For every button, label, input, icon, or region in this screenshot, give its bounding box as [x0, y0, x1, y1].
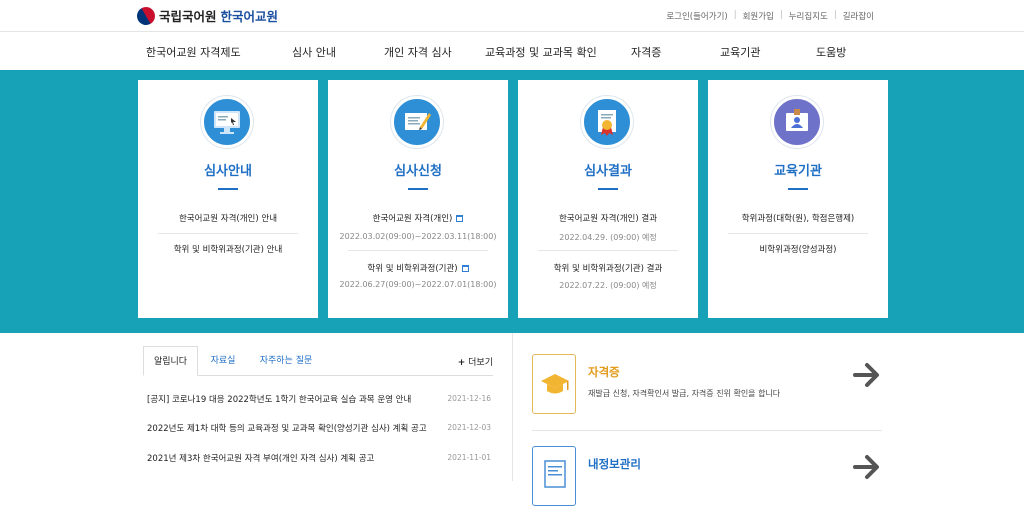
card-link-individual-guide[interactable]: 한국어교원 자격(개인) 안내 [138, 212, 318, 224]
graduation-cap-icon [532, 354, 576, 414]
card-link-non-degree-course[interactable]: 비학위과정(양성과정) [708, 243, 888, 255]
nav-item-help[interactable]: 도움방 [816, 44, 846, 60]
card-link-degree-course[interactable]: 학위과정(대학(원), 학점은행제) [708, 212, 888, 224]
top-bar: 국립국어원 한국어교원 로그인(들어가기) | 회원가입 | 누리집지도 | 길라잡이 [0, 0, 1024, 32]
plus-icon: + [457, 358, 466, 368]
notice-date: 2021-12-16 [447, 394, 491, 403]
more-label: 더보기 [468, 358, 493, 368]
guide-link[interactable]: 길라잡이 [843, 10, 874, 22]
notice-row[interactable]: 2021년 제3차 한국어교원 자격 부여(개인 자격 심사) 계획 공고 20… [147, 452, 493, 464]
notice-title: [공지] 코로나19 대응 2022학년도 1학기 한국어교육 실습 과목 운영… [147, 395, 412, 405]
card-link-institution-apply[interactable]: 학위 및 비학위과정(기관) [328, 262, 508, 274]
card-review-application[interactable]: 심사신청 한국어교원 자격(개인) 2022.03.02(09:00)~2022… [328, 80, 508, 318]
tab-resources[interactable]: 자료실 [203, 346, 243, 376]
service-title: 자격증 [588, 365, 620, 379]
document-icon [532, 446, 576, 506]
certificate-medal-icon [581, 96, 633, 148]
card-link-institution-guide[interactable]: 학위 및 비학위과정(기관) 안내 [138, 243, 318, 255]
notice-date: 2021-12-03 [447, 423, 491, 432]
nav-item-individual-review[interactable]: 개인 자격 심사 [384, 44, 452, 60]
notice-row[interactable]: 2022년도 제1차 대학 등의 교육과정 및 교과목 확인(양성기관 심사) … [147, 422, 493, 434]
card-link-individual-apply[interactable]: 한국어교원 자격(개인) [328, 212, 508, 224]
notice-tabs: 알립니다 자료실 자주하는 질문 + 더보기 [143, 346, 493, 376]
logo-site-text: 한국어교원 [220, 9, 279, 24]
government-emblem-icon [133, 3, 159, 28]
tab-notices[interactable]: 알립니다 [143, 346, 198, 376]
card-date-institution: 2022.06.27(09:00)~2022.07.01(18:00) [339, 280, 497, 289]
notice-date: 2021-11-01 [447, 453, 491, 462]
calendar-icon [456, 215, 464, 222]
card-title: 심사결과 [584, 164, 632, 179]
nav-item-curriculum-check[interactable]: 교육과정 및 교과목 확인 [485, 44, 597, 60]
service-certificate[interactable]: 자격증 재발급 신청, 자격확인서 발급, 자격증 진위 확인을 합니다 [532, 354, 882, 416]
service-title: 내정보관리 [588, 457, 641, 471]
card-date-individual: 2022.03.02(09:00)~2022.03.11(18:00) [339, 232, 497, 241]
login-link[interactable]: 로그인(들어가기) [666, 10, 727, 22]
card-title: 심사신청 [394, 164, 442, 179]
site-logo[interactable]: 국립국어원 한국어교원 [133, 3, 279, 28]
card-link-label: 한국어교원 자격(개인) [372, 214, 453, 224]
card-institution[interactable]: 교육기관 학위과정(대학(원), 학점은행제) 비학위과정(양성과정) [708, 80, 888, 318]
sitemap-link[interactable]: 누리집지도 [789, 10, 828, 22]
tab-faq[interactable]: 자주하는 질문 [251, 346, 321, 376]
card-title: 교육기관 [774, 164, 822, 179]
utility-menu: 로그인(들어가기) | 회원가입 | 누리집지도 | 길라잡이 [666, 10, 874, 22]
card-review-result[interactable]: 심사결과 한국어교원 자격(개인) 결과 2022.04.29. (09:00)… [518, 80, 698, 318]
nav-item-certificate[interactable]: 자격증 [631, 44, 661, 60]
main-navigation: 한국어교원 자격제도 심사 안내 개인 자격 심사 교육과정 및 교과목 확인 … [0, 32, 1024, 70]
nav-item-qualification-system[interactable]: 한국어교원 자격제도 [146, 44, 241, 60]
card-link-individual-result[interactable]: 한국어교원 자격(개인) 결과 [518, 212, 698, 224]
notice-title: 2021년 제3차 한국어교원 자격 부여(개인 자격 심사) 계획 공고 [147, 454, 375, 464]
nav-item-institution[interactable]: 교육기관 [720, 44, 760, 60]
card-link-label: 학위 및 비학위과정(기관) [367, 264, 458, 274]
service-my-info[interactable]: 내정보관리 [532, 446, 882, 508]
card-title: 심사안내 [204, 164, 252, 179]
calendar-icon [461, 265, 469, 272]
logo-org-text: 국립국어원 [159, 9, 217, 24]
computer-monitor-icon [201, 96, 253, 148]
signup-link[interactable]: 회원가입 [743, 10, 774, 22]
card-link-institution-result[interactable]: 학위 및 비학위과정(기관) 결과 [518, 262, 698, 274]
id-card-icon [771, 96, 823, 148]
arrow-right-icon[interactable] [852, 360, 882, 390]
arrow-right-icon[interactable] [852, 452, 882, 482]
service-description: 재발급 신청, 자격확인서 발급, 자격증 진위 확인을 합니다 [588, 389, 781, 398]
card-review-guide[interactable]: 심사안내 한국어교원 자격(개인) 안내 학위 및 비학위과정(기관) 안내 [138, 80, 318, 318]
card-date-institution-result: 2022.07.22. (09:00) 예정 [559, 281, 657, 290]
more-button[interactable]: + 더보기 [458, 355, 493, 368]
notice-title: 2022년도 제1차 대학 등의 교육과정 및 교과목 확인(양성기관 심사) … [147, 424, 427, 434]
nav-item-review-guide[interactable]: 심사 안내 [292, 44, 336, 60]
card-date-individual-result: 2022.04.29. (09:00) 예정 [559, 233, 657, 242]
notice-row[interactable]: [공지] 코로나19 대응 2022학년도 1학기 한국어교육 실습 과목 운영… [147, 393, 493, 405]
certificate-pen-icon [391, 96, 443, 148]
